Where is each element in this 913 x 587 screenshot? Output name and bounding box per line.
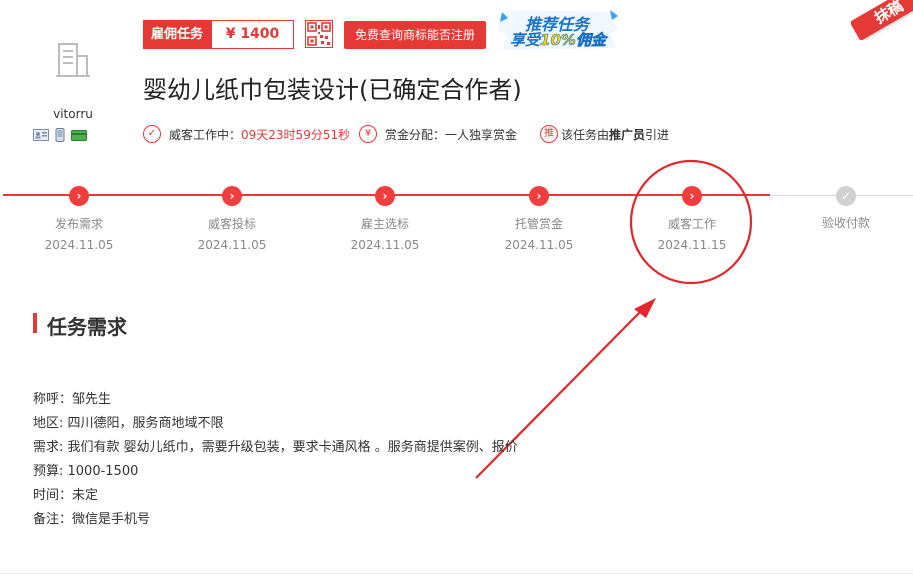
chevron-right-icon: › — [529, 186, 549, 206]
step-label: 雇主选标 — [360, 217, 409, 231]
req-need: 需求: 我们有款 婴幼儿纸巾，需要升级包装，要求卡通风格 。服务商提供案例、报价 — [33, 440, 518, 455]
step-date: 2024.11.05 — [197, 238, 267, 252]
step-date: 2024.11.05 — [44, 238, 114, 252]
step-publish: › 发布需求 2024.11.05 — [24, 186, 134, 252]
task-price: ¥ 1400 — [211, 20, 294, 49]
step-label: 发布需求 — [54, 217, 103, 231]
step-bid: › 威客投标 2024.11.05 — [177, 186, 287, 252]
step-label: 验收付款 — [821, 216, 870, 230]
req-time: 时间：未定 — [33, 488, 99, 503]
phone-icon — [55, 128, 65, 142]
countdown: 09天23时59分51秒 — [241, 127, 351, 142]
promoter-prefix: 该任务由 — [561, 127, 610, 142]
bottom-divider — [0, 573, 913, 574]
promo-commission[interactable]: 享受10%佣金 — [500, 29, 616, 50]
verify-icons — [33, 128, 87, 142]
step-acceptance: ✓ 验收付款 — [791, 186, 901, 231]
username[interactable]: vitorru — [34, 107, 112, 121]
check-icon: ✓ — [143, 125, 161, 143]
bank-card-icon — [71, 129, 87, 141]
step-escrow: › 托管赏金 2024.11.05 — [484, 186, 594, 252]
task-type-badge: 雇佣任务 — [143, 20, 211, 49]
chevron-right-icon: › — [375, 186, 395, 206]
trademark-query-button[interactable]: 免费查询商标能否注册 — [344, 21, 486, 49]
req-budget: 预算: 1000-1500 — [33, 464, 139, 479]
qr-code-icon[interactable] — [305, 20, 333, 48]
building-icon — [56, 43, 90, 77]
promoter-name[interactable]: 推广员 — [609, 126, 645, 143]
section-title: 任务需求 — [47, 315, 127, 339]
reward-label: 赏金分配：一人独享赏金 — [385, 127, 518, 142]
step-working: › 威客工作 2024.11.15 — [637, 186, 747, 252]
promo-highlight: 10%佣金 — [540, 31, 607, 50]
req-contact: 称呼：邹先生 — [33, 392, 112, 407]
page-title: 婴幼儿纸巾包装设计(已确定合作者) — [143, 76, 522, 104]
step-date: 2024.11.05 — [350, 238, 420, 252]
chevron-right-icon: › — [69, 186, 89, 206]
reward-info: ¥ 赏金分配：一人独享赏金 — [359, 124, 517, 144]
step-date: 2024.11.15 — [657, 238, 727, 252]
chevron-right-icon: › — [682, 186, 702, 206]
ribbon-text: 抹稿 — [851, 0, 913, 40]
chevron-right-icon: › — [222, 186, 242, 206]
step-label: 威客投标 — [207, 217, 256, 231]
corner-ribbon: 抹稿 — [851, 0, 913, 40]
step-select: › 雇主选标 2024.11.05 — [330, 186, 440, 252]
check-icon: ✓ — [836, 186, 856, 206]
status-info: ✓ 威客工作中： 09天23时59分51秒 — [143, 124, 350, 144]
step-label: 托管赏金 — [514, 217, 563, 231]
promoter-suffix: 引进 — [645, 127, 670, 142]
step-label: 威客工作 — [667, 217, 716, 231]
req-note: 备注：微信是手机号 — [33, 512, 151, 527]
promo-prefix: 享受 — [510, 31, 541, 49]
section-accent-bar — [33, 313, 37, 333]
id-card-icon — [33, 129, 49, 141]
status-label: 威客工作中： — [169, 127, 242, 142]
step-date: 2024.11.05 — [504, 238, 574, 252]
promoter-info: 推 该任务由 推广员 引进 — [540, 124, 669, 144]
annotation-arrowhead — [634, 298, 656, 318]
req-region: 地区: 四川德阳，服务商地域不限 — [33, 416, 224, 431]
promote-icon: 推 — [540, 125, 558, 143]
yuan-icon: ¥ — [359, 125, 377, 143]
